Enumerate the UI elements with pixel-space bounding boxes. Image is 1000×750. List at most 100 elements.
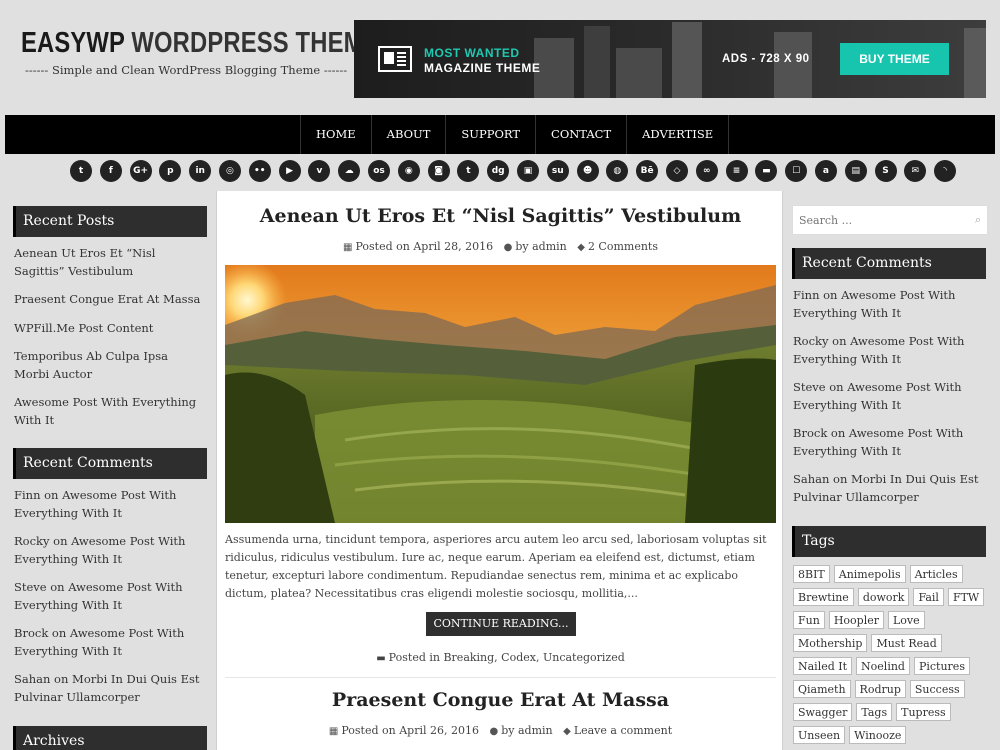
nav-support[interactable]: SUPPORT [446,115,537,154]
tag-link[interactable]: FTW [947,588,985,606]
tag-link[interactable]: Fail [913,588,944,606]
behance-icon[interactable]: Bē [636,160,659,182]
tag-link[interactable]: Qiameth [793,680,851,698]
recent-comment-link[interactable]: Steve on Awesome Post With Everything Wi… [14,579,204,614]
recent-comment-link[interactable]: Steve on Awesome Post With Everything Wi… [793,379,983,414]
recent-comment-link[interactable]: Sahan on Morbi In Dui Quis Est Pulvinar … [793,471,983,506]
nav-about[interactable]: ABOUT [372,115,447,154]
recent-comment-link[interactable]: Sahan on Morbi In Dui Quis Est Pulvinar … [14,671,204,706]
post-title[interactable]: Aenean Ut Eros Et “Nisl Sagittis” Vestib… [217,205,784,227]
tag-link[interactable]: Rodrup [854,680,906,698]
recent-comment-link[interactable]: Finn on Awesome Post With Everything Wit… [14,487,204,522]
recent-post-link[interactable]: WPFill.Me Post Content [14,320,204,338]
tag-link[interactable]: Must Read [871,634,942,652]
nav-advertise[interactable]: ADVERTISE [627,115,730,154]
tag-link[interactable]: Fun [793,611,825,629]
tag-link[interactable]: Brewtine [793,588,854,606]
tag-link[interactable]: Swagger [793,703,853,721]
lastfm-icon[interactable]: os [367,160,390,182]
email-icon[interactable]: ✉ [904,160,927,182]
tag-link[interactable]: Noelind [856,657,910,675]
tag-link[interactable]: 8BIT [793,565,830,583]
stumbleupon-icon[interactable]: su [546,160,569,182]
codepen-icon[interactable]: ◇ [665,160,688,182]
post-date[interactable]: Posted on April 28, 2016 [355,240,493,253]
tag-link[interactable]: Nailed It [793,657,853,675]
tag-link[interactable]: Mothership [793,634,868,652]
post-author[interactable]: by admin [515,240,566,253]
tag-link[interactable]: Winooze [849,726,907,744]
recent-comments-list: Finn on Awesome Post With Everything Wit… [793,287,983,517]
site-title[interactable]: EASYWP WORDPRESS THEME [21,27,380,60]
digg-icon[interactable]: dg [487,160,510,182]
site-header: EASYWP WORDPRESS THEME ------ Simple and… [5,5,995,115]
recent-comment-link[interactable]: Brock on Awesome Post With Everything Wi… [14,625,204,660]
google-plus-icon[interactable]: G+ [129,160,152,182]
user-icon: ● [503,242,513,253]
tag-link[interactable]: dowork [857,588,910,606]
continue-reading-button[interactable]: CONTINUE READING... [426,612,576,636]
linkedin-icon[interactable]: in [189,160,212,182]
recent-post-link[interactable]: Praesent Congue Erat At Massa [14,291,204,309]
recent-comment-link[interactable]: Brock on Awesome Post With Everything Wi… [793,425,983,460]
tag-link[interactable]: Love [887,611,925,629]
skype-icon[interactable]: S [874,160,897,182]
user-icon: ● [489,726,499,737]
printer-icon[interactable]: ▤ [844,160,867,182]
nav-home[interactable]: HOME [301,115,372,154]
post-comments-link[interactable]: Leave a comment [574,724,672,737]
banner-building [774,32,812,98]
recent-post-link[interactable]: Aenean Ut Eros Et “Nisl Sagittis” Vestib… [14,245,204,280]
post-author[interactable]: by admin [501,724,552,737]
main-nav: HOME ABOUT SUPPORT CONTACT ADVERTISE [5,115,995,154]
post-title[interactable]: Praesent Congue Erat At Massa [217,689,784,711]
tag-link[interactable]: Unseen [793,726,846,744]
github-icon[interactable]: ◉ [397,160,420,182]
recent-post-link[interactable]: Temporibus Ab Culpa Ipsa Morbi Auctor [14,348,204,383]
reddit-icon[interactable]: ☻ [576,160,599,182]
post-comments-link[interactable]: 2 Comments [588,240,658,253]
jsfiddle-icon[interactable]: ∞ [695,160,718,182]
post-date[interactable]: Posted on April 26, 2016 [341,724,479,737]
post-categories-text[interactable]: Posted in Breaking, Codex, Uncategorized [389,651,625,664]
flickr-icon[interactable]: •• [248,160,271,182]
tumblr-icon[interactable]: t [457,160,480,182]
banner-building [616,48,662,98]
tag-link[interactable]: Tags [856,703,893,721]
twitter-icon[interactable]: t [70,160,92,182]
archives-title: Archives [13,726,207,750]
nav-contact[interactable]: CONTACT [536,115,628,154]
delicious-icon[interactable]: ▣ [516,160,539,182]
post-meta: ▦ Posted on April 28, 2016 ● by admin ◆ 2 C… [217,240,784,253]
soundcloud-icon[interactable]: ☁ [338,160,361,182]
bars-icon[interactable]: ▬ [755,160,778,182]
recent-comment-link[interactable]: Rocky on Awesome Post With Everything Wi… [793,333,983,368]
amazon-icon[interactable]: a [814,160,837,182]
facebook-icon[interactable]: f [99,160,122,182]
tag-link[interactable]: Success [909,680,965,698]
recent-comment-link[interactable]: Finn on Awesome Post With Everything Wit… [793,287,983,322]
pinterest-icon[interactable]: p [159,160,182,182]
vimeo-icon[interactable]: v [308,160,331,182]
tag-link[interactable]: Animepolis [833,565,906,583]
tag-link[interactable]: Tupress [896,703,951,721]
tag-link[interactable]: Hoopler [828,611,884,629]
dribbble-icon[interactable]: ◍ [606,160,629,182]
youtube-icon[interactable]: ▶ [278,160,301,182]
instagram-icon[interactable]: ◎ [218,160,241,182]
post-categories: ▬ Posted in Breaking, Codex, Uncategorize… [217,651,784,664]
buy-theme-button[interactable]: BUY THEME [840,43,949,75]
post-featured-image[interactable] [225,265,776,523]
ad-banner[interactable]: MOST WANTED MAGAZINE THEME ADS - 728 X 9… [354,20,986,98]
recent-comment-link[interactable]: Rocky on Awesome Post With Everything Wi… [14,533,204,568]
recent-post-link[interactable]: Awesome Post With Everything With It [14,394,204,429]
foursquare-icon[interactable]: ◙ [427,160,450,182]
stack-overflow-icon[interactable]: ≡ [725,160,748,182]
search-icon[interactable]: ⌕ [975,213,981,227]
search-input[interactable] [793,206,963,234]
right-sidebar: ⌕ Recent Comments Finn on Awesome Post W… [784,191,995,750]
tag-link[interactable]: Pictures [913,657,970,675]
android-icon[interactable]: ☐ [785,160,808,182]
rss-icon[interactable]: ◝ [934,160,957,182]
tag-link[interactable]: Articles [909,565,963,583]
